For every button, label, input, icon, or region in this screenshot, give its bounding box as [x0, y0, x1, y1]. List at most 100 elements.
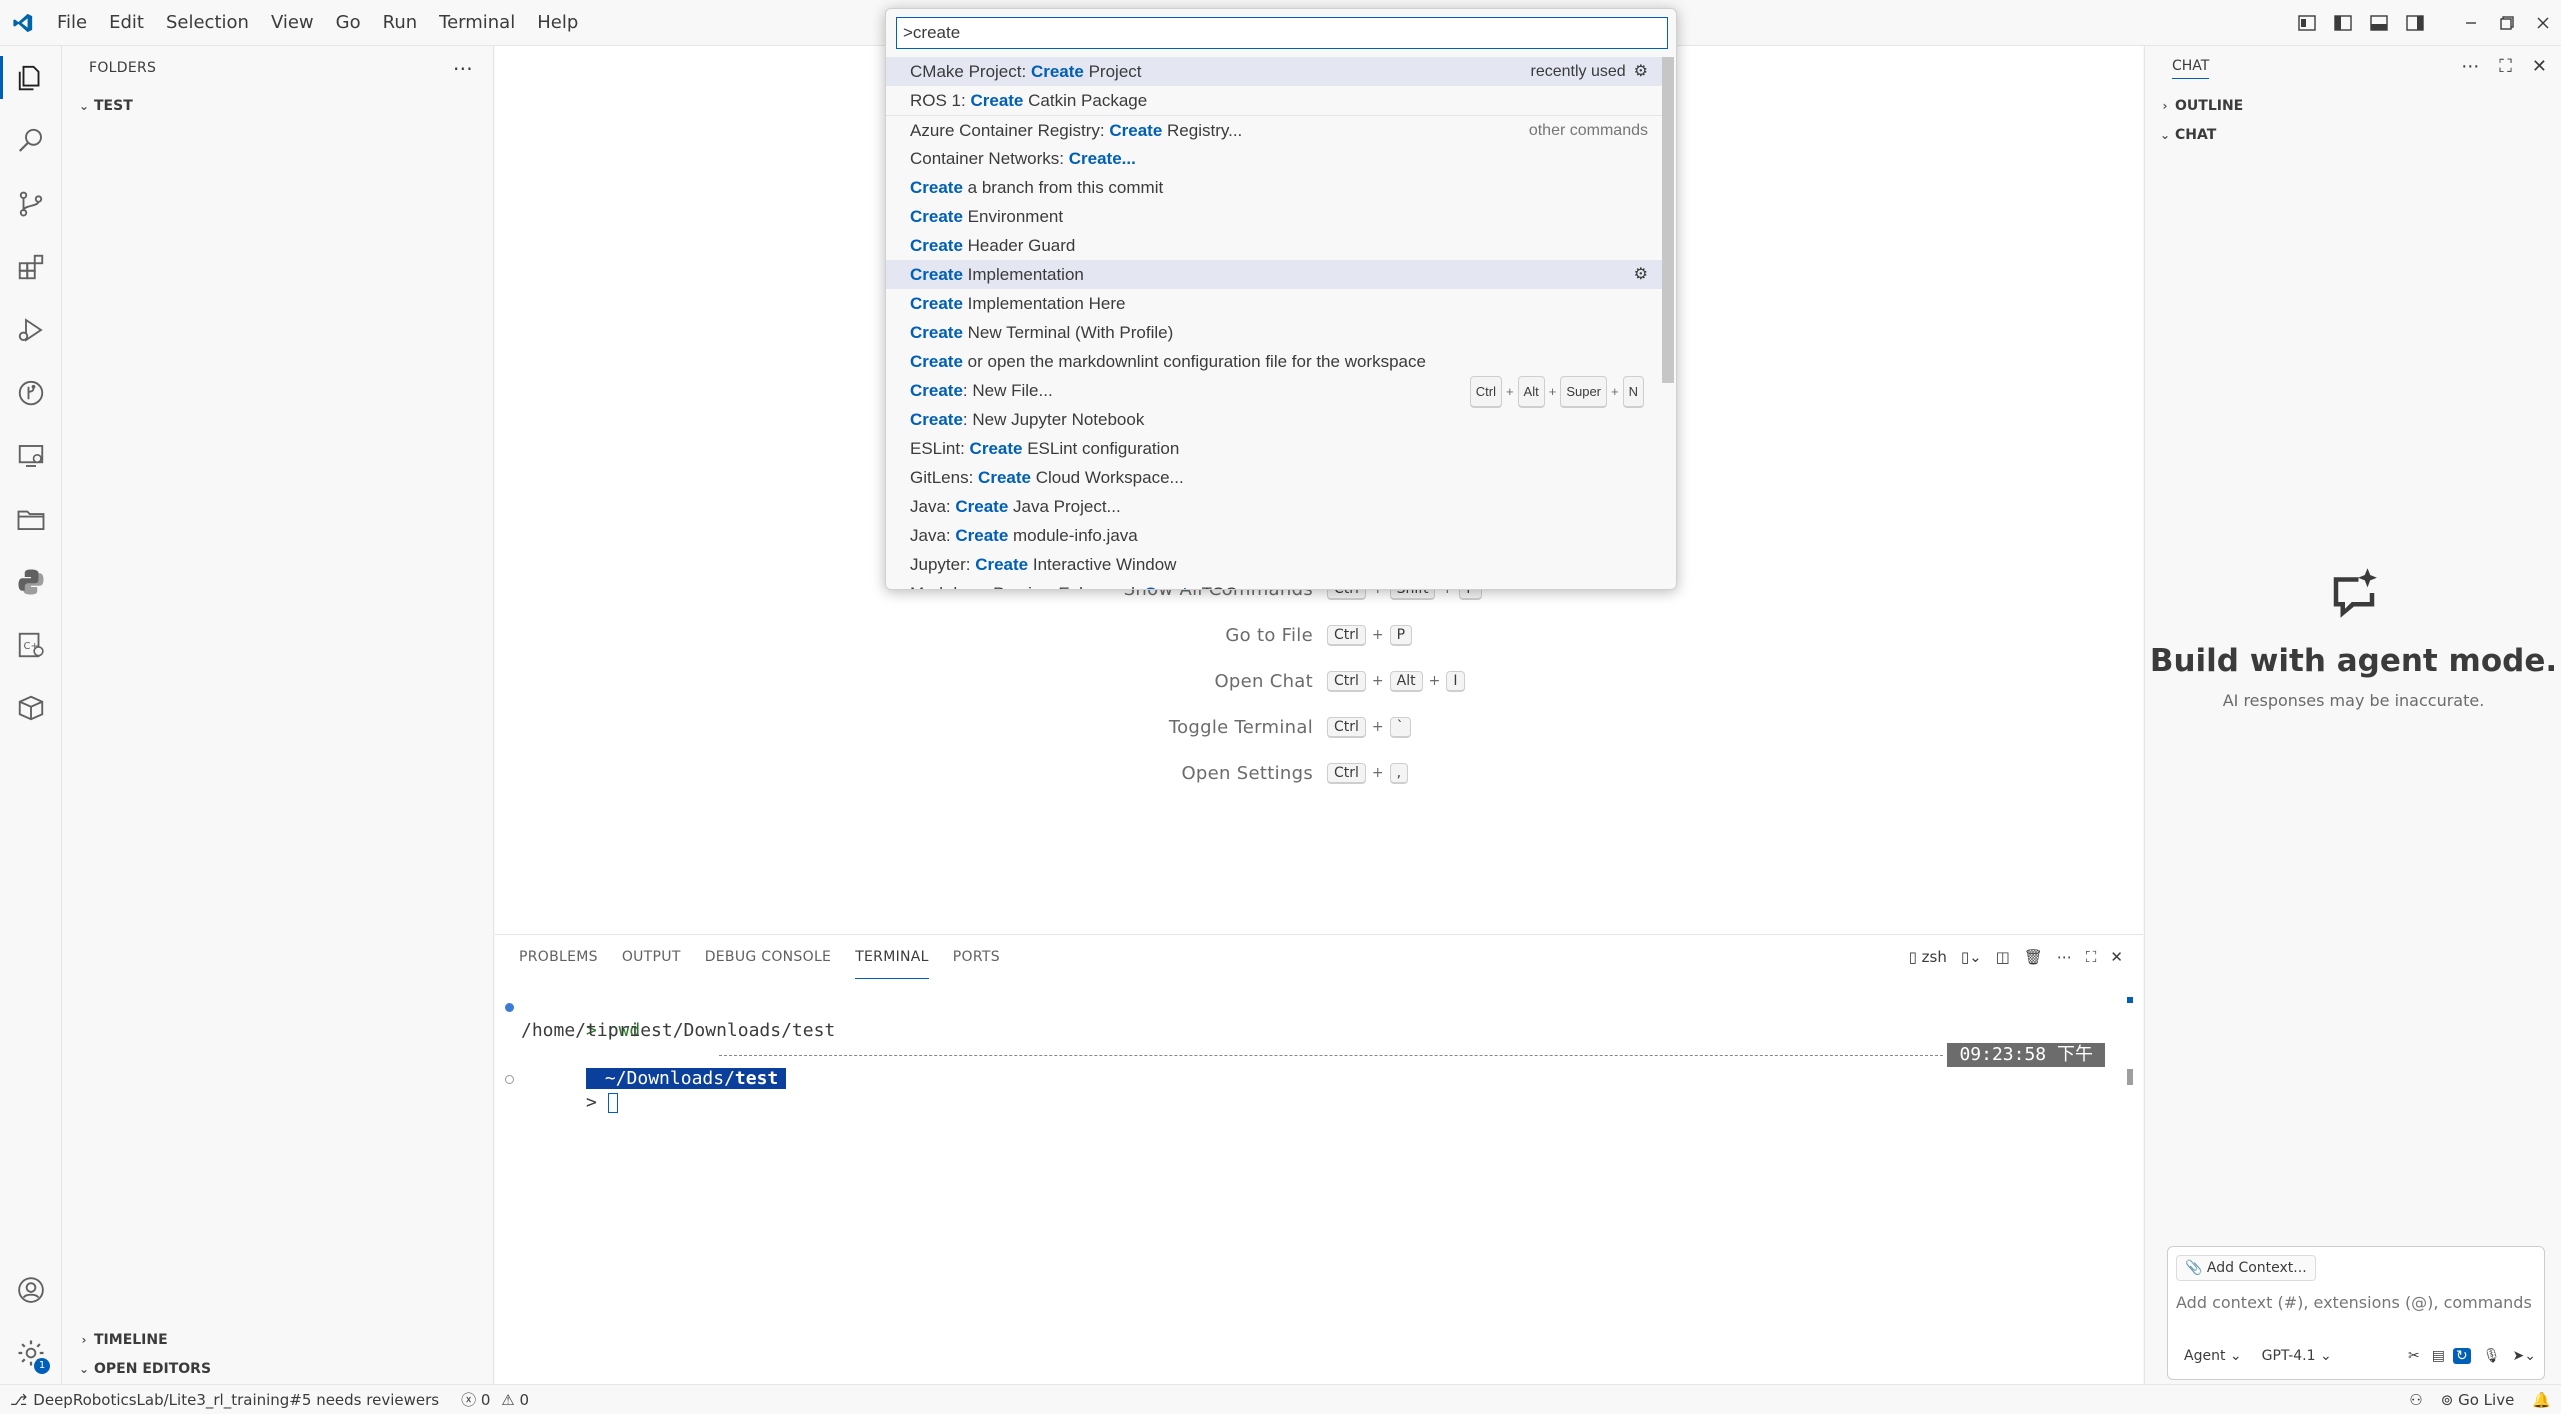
command-item[interactable]: Container Networks: Create...	[886, 144, 1662, 173]
menu-go[interactable]: Go	[325, 0, 372, 46]
split-terminal-icon[interactable]: ◫	[1996, 948, 2010, 966]
search-icon[interactable]	[0, 109, 62, 172]
microphone-icon[interactable]: 🎙	[2483, 1348, 2501, 1364]
command-item[interactable]: Create: New File... Ctrl + Alt + Super + N	[886, 376, 1662, 408]
tab-debug-console[interactable]: DEBUG CONSOLE	[705, 935, 832, 979]
git-graph-icon[interactable]	[0, 361, 62, 424]
manage-gear-icon[interactable]: 1	[0, 1321, 62, 1384]
command-item[interactable]: GitLens: Create Cloud Workspace...	[886, 463, 1662, 492]
run-debug-icon[interactable]	[0, 298, 62, 361]
shortcut-go-to-file[interactable]: Go to File Ctrl + P	[495, 620, 2143, 650]
maximize-icon[interactable]: ⛶	[2499, 56, 2512, 77]
go-live-button[interactable]: ⊚ Go Live	[2441, 1391, 2515, 1409]
shortcut-open-settings[interactable]: Open Settings Ctrl + ,	[495, 758, 2143, 788]
command-item[interactable]: Create Implementation Here	[886, 289, 1662, 318]
more-actions-icon[interactable]: ⋯	[2461, 56, 2479, 77]
remote-explorer-icon[interactable]	[0, 424, 62, 487]
menu-view[interactable]: View	[260, 0, 325, 46]
toggle-secondary-sidebar-icon[interactable]	[2397, 0, 2433, 46]
terminal-scrollbar[interactable]	[2127, 997, 2133, 1387]
customize-layout-icon[interactable]	[2289, 0, 2325, 46]
terminal-input-line[interactable]: >	[495, 1067, 2143, 1113]
command-item[interactable]: Create Implementation ⚙	[886, 260, 1662, 289]
menu-run[interactable]: Run	[372, 0, 429, 46]
toggle-panel-icon[interactable]	[2361, 0, 2397, 46]
tab-terminal[interactable]: TERMINAL	[855, 935, 929, 979]
add-context-button[interactable]: 📎 Add Context...	[2176, 1255, 2316, 1281]
command-item[interactable]: ESLint: Create ESLint configuration	[886, 434, 1662, 463]
remote-indicator-icon[interactable]: ⎇	[10, 1391, 27, 1409]
command-palette-input[interactable]	[896, 17, 1668, 49]
close-window-icon[interactable]	[2525, 0, 2561, 46]
chat-input-box[interactable]: 📎 Add Context... Add context (#), extens…	[2167, 1246, 2545, 1380]
project-manager-icon[interactable]	[0, 487, 62, 550]
palette-scrollbar[interactable]	[1662, 57, 1674, 383]
command-item[interactable]: Create a branch from this commit	[886, 173, 1662, 202]
outline-section[interactable]: › OUTLINE	[2149, 92, 2244, 120]
shortcut-toggle-terminal[interactable]: Toggle Terminal Ctrl + `	[495, 712, 2143, 742]
minimize-icon[interactable]	[2453, 0, 2489, 46]
command-item[interactable]: Java: Create Java Project...	[886, 492, 1662, 521]
menu-selection[interactable]: Selection	[155, 0, 260, 46]
send-icon[interactable]: ➤⌄	[2513, 1348, 2536, 1364]
command-item[interactable]: Create: New Jupyter Notebook	[886, 405, 1662, 434]
terminal[interactable]: > pwd /home/tipriest/Downloads/test ~/Do…	[495, 995, 2143, 1113]
error-icon: ⓧ	[461, 1391, 477, 1409]
extensions-icon[interactable]	[0, 235, 62, 298]
close-icon[interactable]: ✕	[2532, 56, 2547, 77]
open-editors-section[interactable]: ⌄ OPEN EDITORS	[68, 1355, 211, 1383]
menu-terminal[interactable]: Terminal	[428, 0, 526, 46]
maximize-panel-icon[interactable]: ⛶	[2086, 948, 2097, 966]
tab-problems[interactable]: PROBLEMS	[519, 935, 598, 979]
command-item[interactable]: CMake Project: Create Project recently us…	[886, 57, 1662, 86]
command-item[interactable]: Markdown Preview Enhanced: Create TOC	[886, 579, 1662, 589]
explorer-icon[interactable]	[0, 46, 62, 109]
configure-keybinding-gear-icon[interactable]: ⚙	[1634, 266, 1648, 283]
context-list-icon[interactable]: ▤	[2432, 1348, 2445, 1364]
auto-approve-icon[interactable]: ↻	[2453, 1348, 2471, 1364]
toggle-primary-sidebar-icon[interactable]	[2325, 0, 2361, 46]
chat-section[interactable]: ⌄ CHAT	[2149, 121, 2216, 149]
more-actions-icon[interactable]: ⋯	[453, 56, 473, 80]
kill-terminal-icon[interactable]: 🗑	[2024, 948, 2043, 966]
timeline-section[interactable]: › TIMELINE	[68, 1326, 168, 1354]
panel-actions: ▯ zsh ▯⌄ ◫ 🗑 ⋯ ⛶ ✕	[1909, 935, 2123, 979]
terminal-shell-selector[interactable]: ▯ zsh	[1909, 948, 1947, 966]
model-picker[interactable]: GPT-4.1 ⌄	[2262, 1348, 2332, 1364]
new-terminal-dropdown-icon[interactable]: ▯⌄	[1961, 948, 1982, 966]
pr-status[interactable]: DeepRoboticsLab/Lite3_rl_training#5 need…	[33, 1391, 439, 1409]
shortcut-open-chat[interactable]: Open Chat Ctrl + Alt + I	[495, 666, 2143, 696]
configure-keybinding-gear-icon[interactable]: ⚙	[1634, 63, 1648, 80]
command-item[interactable]: Create or open the markdownlint configur…	[886, 347, 1662, 376]
containers-icon[interactable]	[0, 676, 62, 739]
maximize-icon[interactable]	[2489, 0, 2525, 46]
menu-edit[interactable]: Edit	[98, 0, 155, 46]
accounts-icon[interactable]	[0, 1258, 62, 1321]
tab-output[interactable]: OUTPUT	[622, 935, 681, 979]
command-item[interactable]: ROS 1: Create Catkin Package	[886, 86, 1662, 115]
plus: +	[1548, 384, 1557, 399]
folder-test[interactable]: ⌄ TEST	[68, 92, 133, 120]
tools-icon[interactable]: ✂	[2408, 1348, 2420, 1364]
command-item[interactable]: Java: Create module-info.java	[886, 521, 1662, 550]
source-control-icon[interactable]	[0, 172, 62, 235]
problems-indicator[interactable]: ⓧ 0 ⚠ 0	[461, 1389, 529, 1410]
command-item[interactable]: Create Header Guard	[886, 231, 1662, 260]
command-item[interactable]: Azure Container Registry: Create Registr…	[886, 115, 1662, 144]
tab-ports[interactable]: PORTS	[953, 935, 1000, 979]
python-icon[interactable]	[0, 550, 62, 613]
tab-chat[interactable]: CHAT	[2172, 58, 2210, 79]
copilot-icon[interactable]: ⚇	[2409, 1391, 2422, 1409]
close-panel-icon[interactable]: ✕	[2110, 948, 2123, 966]
cmake-icon[interactable]: C+	[0, 613, 62, 676]
mode-picker[interactable]: Agent ⌄	[2184, 1348, 2242, 1364]
go-live-label: Go Live	[2458, 1391, 2515, 1409]
command-item[interactable]: Create New Terminal (With Profile)	[886, 318, 1662, 347]
more-actions-icon[interactable]: ⋯	[2057, 948, 2072, 966]
command-item[interactable]: Jupyter: Create Interactive Window	[886, 550, 1662, 579]
menu-help[interactable]: Help	[526, 0, 589, 46]
chat-input[interactable]: Add context (#), extensions (@), command…	[2176, 1293, 2538, 1312]
command-item[interactable]: Create Environment	[886, 202, 1662, 231]
menu-file[interactable]: File	[46, 0, 98, 46]
notifications-bell-icon[interactable]: 🔔	[2532, 1391, 2551, 1409]
